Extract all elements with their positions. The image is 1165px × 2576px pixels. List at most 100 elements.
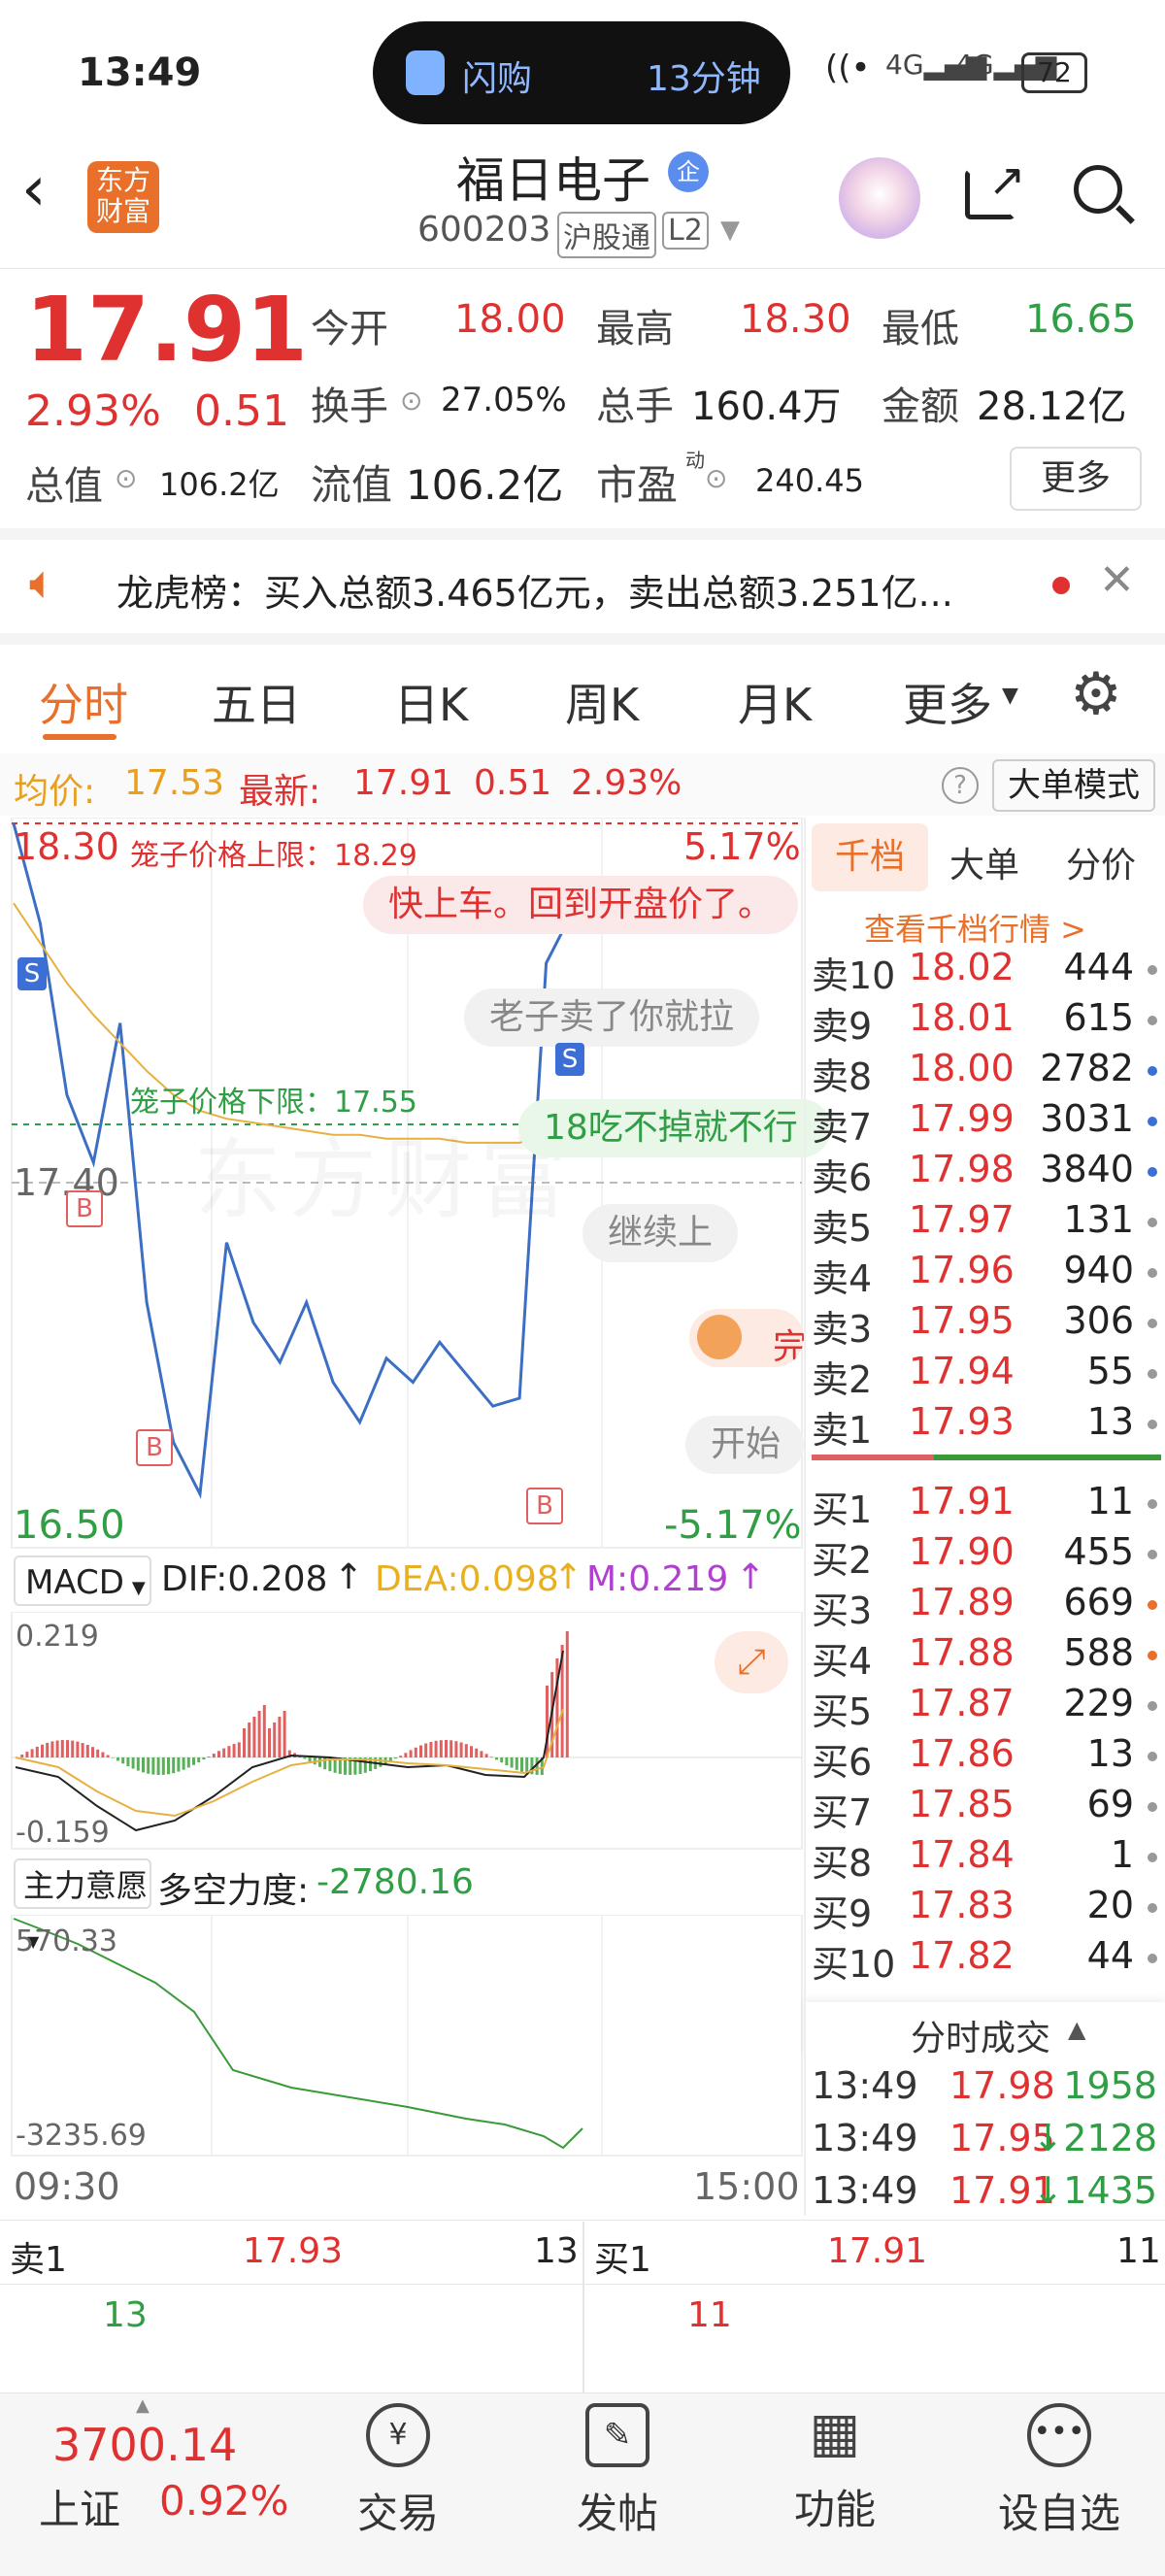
danmaku-3[interactable]: 18吃不掉就不行 — [518, 1099, 831, 1157]
ob-tab-1000[interactable]: 千档 — [812, 823, 928, 891]
danmaku-5[interactable]: 完 — [689, 1309, 804, 1367]
chevron-down-icon[interactable]: ▼ — [720, 216, 740, 245]
close-icon[interactable]: ✕ — [1099, 555, 1135, 605]
bid-qty: 20 — [1086, 1884, 1134, 1926]
bid-row[interactable]: 买1 17.91 11 — [812, 1480, 1161, 1531]
assistant-avatar[interactable] — [839, 157, 920, 239]
macd-bar — [445, 1740, 448, 1757]
bid-row[interactable]: 买6 17.86 13 — [812, 1732, 1161, 1784]
buy-marker[interactable]: B — [136, 1429, 173, 1466]
nav-trade[interactable]: ¥ 交易 — [330, 2403, 466, 2540]
open-value: 18.00 — [454, 297, 566, 342]
dif-arrow: ↑ — [334, 1557, 364, 1597]
summary-buy-qty: 11 — [1116, 2231, 1161, 2271]
tab-monthly-k[interactable]: 月K — [738, 670, 812, 734]
tab-5day[interactable]: 五日 — [212, 670, 301, 734]
bid-row[interactable]: 买3 17.89 669 — [812, 1581, 1161, 1632]
tab-intraday[interactable]: 分时 — [39, 670, 128, 734]
search-icon[interactable] — [1074, 165, 1122, 214]
help-icon[interactable]: ? — [942, 767, 979, 804]
ask-qty: 55 — [1086, 1350, 1134, 1392]
main-force-top: 570.33 — [16, 1924, 117, 1958]
ask-row[interactable]: 卖6 17.98 3840 — [812, 1148, 1161, 1199]
macd-indicator-select[interactable]: MACD ▼ — [14, 1556, 151, 1606]
macd-bar — [30, 1749, 34, 1757]
bid-row[interactable]: 买2 17.90 455 — [812, 1530, 1161, 1582]
bid-row[interactable]: 买10 17.82 44 — [812, 1934, 1161, 1986]
price-change-pct: 2.93% — [25, 386, 161, 436]
bid-row[interactable]: 买7 17.85 69 — [812, 1783, 1161, 1834]
tick-time: 13:49 — [812, 2117, 918, 2159]
dynamic-island[interactable]: 闪购 13分钟 — [373, 21, 790, 124]
ask-row[interactable]: 卖1 17.93 13 — [812, 1400, 1161, 1452]
ask-row[interactable]: 卖10 18.02 444 — [812, 946, 1161, 997]
macd-bar — [439, 1740, 443, 1757]
macd-bar — [96, 1749, 100, 1757]
back-arrow-icon[interactable]: ‹ — [21, 153, 47, 225]
macd-bar — [41, 1744, 44, 1757]
macd-bar — [303, 1757, 307, 1759]
buy-marker[interactable]: B — [526, 1488, 563, 1524]
expand-icon[interactable]: ⤢ — [715, 1631, 788, 1693]
ob-link[interactable]: 查看千档行情 > — [864, 905, 1086, 950]
macd-bar — [81, 1743, 84, 1757]
ob-tab-price[interactable]: 分价 — [1066, 837, 1136, 887]
danmaku-6[interactable]: 开始 — [685, 1416, 804, 1474]
ask-row[interactable]: 卖7 17.99 3031 — [812, 1097, 1161, 1149]
bid-qty: 455 — [1063, 1530, 1134, 1573]
main-force-select[interactable]: 主力意愿▼ — [14, 1858, 151, 1951]
nav-add-watchlist[interactable]: ••• 设自选 — [986, 2403, 1132, 2540]
info-icon-2[interactable]: ⊙ — [115, 462, 137, 494]
intraday-chart[interactable]: 东方财富 18.30 17.40 16.50 5.17% -5.17% 笼子价格… — [0, 818, 831, 1556]
more-button[interactable]: 更多 — [1010, 447, 1142, 511]
ticks-header[interactable]: 分时成交 ▲ — [804, 2002, 1165, 2058]
ask-row[interactable]: 卖4 17.96 940 — [812, 1249, 1161, 1300]
info-icon-3[interactable]: ⊙ — [705, 462, 727, 494]
bid-dot — [1148, 1600, 1157, 1610]
search-icon-handle — [1115, 205, 1135, 224]
bid-dot — [1148, 1701, 1157, 1711]
sell-marker[interactable]: S — [555, 1043, 584, 1076]
summary-buy-label: 买1 — [594, 2240, 651, 2280]
macd-bar — [500, 1757, 504, 1763]
macd-bar — [404, 1753, 408, 1757]
ask-dot — [1148, 1016, 1157, 1025]
ask-level: 卖1 — [812, 1409, 873, 1452]
danmaku-1[interactable]: 快上车。回到开盘价了。 — [363, 876, 799, 934]
nav-post[interactable]: ✎ 发帖 — [549, 2403, 685, 2540]
sell-marker[interactable]: S — [17, 957, 47, 990]
tab-weekly-k[interactable]: 周K — [565, 670, 639, 734]
chevron-down-icon: ▼ — [1002, 684, 1018, 708]
nav-functions[interactable]: ▦ 功能 — [767, 2403, 903, 2536]
ob-tab-large[interactable]: 大单 — [949, 837, 1019, 887]
ask-row[interactable]: 卖8 18.00 2782 — [812, 1047, 1161, 1098]
large-order-mode-button[interactable]: 大单模式 — [992, 759, 1155, 812]
ask-row[interactable]: 卖3 17.95 306 — [812, 1299, 1161, 1351]
bid-row[interactable]: 买9 17.83 20 — [812, 1884, 1161, 1935]
ask-level: 卖2 — [812, 1358, 873, 1401]
bid-price: 17.86 — [909, 1732, 1015, 1775]
info-icon[interactable]: ⊙ — [400, 385, 422, 417]
tab-more[interactable]: 更多 — [903, 670, 992, 734]
news-text[interactable]: 龙虎榜：买入总额3.465亿元，卖出总额3.251亿... — [116, 563, 953, 617]
ask-row[interactable]: 卖9 18.01 615 — [812, 996, 1161, 1048]
index-ticker[interactable]: ▲ 3700.14 上证 0.92% — [0, 2393, 320, 2576]
bid-row[interactable]: 买8 17.84 1 — [812, 1833, 1161, 1885]
buy-marker[interactable]: B — [66, 1190, 103, 1227]
bid-row[interactable]: 买4 17.88 588 — [812, 1631, 1161, 1683]
ask-row[interactable]: 卖2 17.94 55 — [812, 1350, 1161, 1401]
ask-dot — [1148, 1268, 1157, 1278]
macd-bar — [565, 1631, 569, 1757]
ask-qty: 13 — [1086, 1400, 1134, 1443]
bid-price: 17.83 — [909, 1884, 1015, 1926]
bid-dot — [1148, 1903, 1157, 1913]
danmaku-2[interactable]: 老子卖了你就拉 — [464, 988, 760, 1047]
gear-icon[interactable]: ⚙︎ — [1070, 660, 1122, 728]
ask-price: 18.02 — [909, 946, 1015, 988]
danmaku-4[interactable]: 继续上 — [582, 1204, 739, 1262]
app-logo[interactable]: 东方 财富 — [87, 161, 159, 233]
tab-daily-k[interactable]: 日K — [394, 670, 468, 734]
ask-row[interactable]: 卖5 17.97 131 — [812, 1198, 1161, 1250]
bid-row[interactable]: 买5 17.87 229 — [812, 1682, 1161, 1733]
macd-bar — [470, 1746, 473, 1757]
